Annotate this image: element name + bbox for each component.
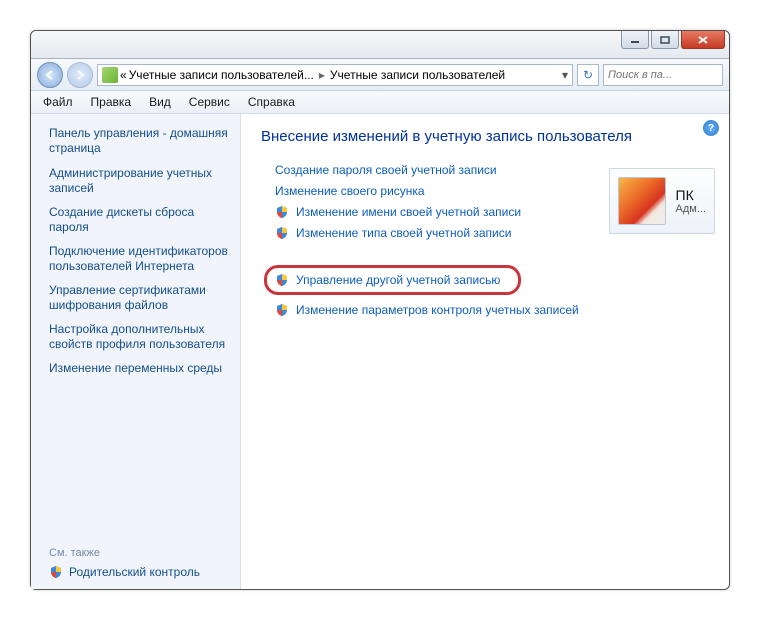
shield-icon	[275, 226, 289, 240]
window-frame: « Учетные записи пользователей... ▸ Учет…	[30, 30, 730, 590]
address-bar[interactable]: « Учетные записи пользователей... ▸ Учет…	[97, 64, 573, 86]
see-also-parental[interactable]: Родительский контроль	[49, 565, 230, 579]
minimize-button[interactable]	[621, 31, 649, 49]
account-card: ПК Адм...	[609, 168, 716, 234]
task-manage-other-account[interactable]: Управление другой учетной записью	[264, 265, 521, 295]
shield-icon	[275, 303, 289, 317]
sidebar-item-2[interactable]: Подключение идентификаторов пользователе…	[49, 244, 230, 274]
refresh-button[interactable]: ↻	[577, 64, 599, 86]
task-link: Создание пароля своей учетной записи	[275, 163, 497, 177]
dropdown-icon[interactable]: ▾	[562, 68, 568, 82]
shield-icon	[275, 273, 289, 287]
chevron-right-icon: ▸	[319, 68, 325, 82]
search-box[interactable]	[603, 64, 723, 86]
menu-view[interactable]: Вид	[141, 93, 179, 111]
sidebar-item-3[interactable]: Управление сертификатами шифрования файл…	[49, 283, 230, 313]
task-link: Изменение параметров контроля учетных за…	[296, 303, 579, 317]
maximize-icon	[660, 36, 670, 44]
arrow-left-icon	[44, 69, 56, 81]
task-link: Управление другой учетной записью	[296, 273, 500, 287]
close-icon	[698, 36, 708, 44]
help-icon[interactable]: ?	[703, 120, 719, 136]
search-input[interactable]	[608, 69, 718, 81]
menu-edit[interactable]: Правка	[83, 93, 140, 111]
arrow-right-icon	[74, 69, 86, 81]
shield-icon	[275, 205, 289, 219]
page-title: Внесение изменений в учетную запись поль…	[261, 128, 715, 145]
main-content: ? Внесение изменений в учетную запись по…	[241, 114, 729, 589]
breadcrumb-seg1[interactable]: Учетные записи пользователей...	[129, 68, 314, 82]
breadcrumb-prefix: «	[120, 68, 127, 82]
back-button[interactable]	[37, 62, 63, 88]
menu-help[interactable]: Справка	[240, 93, 303, 111]
breadcrumb-seg2[interactable]: Учетные записи пользователей	[330, 68, 505, 82]
title-bar	[31, 31, 729, 59]
sidebar-item-5[interactable]: Изменение переменных среды	[49, 361, 230, 376]
see-also-label: См. также	[49, 547, 230, 559]
sidebar-item-4[interactable]: Настройка дополнительных свойств профиля…	[49, 322, 230, 352]
sidebar-item-0[interactable]: Администрирование учетных записей	[49, 166, 230, 196]
sidebar-home-link[interactable]: Панель управления - домашняя страница	[49, 126, 230, 156]
account-name: ПК	[676, 187, 707, 203]
task-link: Изменение имени своей учетной записи	[296, 205, 521, 219]
location-icon	[102, 67, 118, 83]
see-also-link: Родительский контроль	[69, 565, 200, 579]
menu-file[interactable]: Файл	[35, 93, 81, 111]
forward-button[interactable]	[67, 62, 93, 88]
task-link: Изменение типа своей учетной записи	[296, 226, 511, 240]
avatar	[618, 177, 666, 225]
account-role: Адм...	[676, 203, 707, 215]
task-link: Изменение своего рисунка	[275, 184, 425, 198]
nav-bar: « Учетные записи пользователей... ▸ Учет…	[31, 59, 729, 91]
menu-tools[interactable]: Сервис	[181, 93, 238, 111]
refresh-icon: ↻	[583, 68, 593, 82]
shield-icon	[49, 565, 63, 579]
close-button[interactable]	[681, 31, 725, 49]
task-uac-settings[interactable]: Изменение параметров контроля учетных за…	[275, 303, 715, 317]
sidebar-item-1[interactable]: Создание дискеты сброса пароля	[49, 205, 230, 235]
sidebar: Панель управления - домашняя страница Ад…	[31, 114, 241, 589]
minimize-icon	[630, 36, 640, 44]
menu-bar: Файл Правка Вид Сервис Справка	[31, 91, 729, 114]
maximize-button[interactable]	[651, 31, 679, 49]
